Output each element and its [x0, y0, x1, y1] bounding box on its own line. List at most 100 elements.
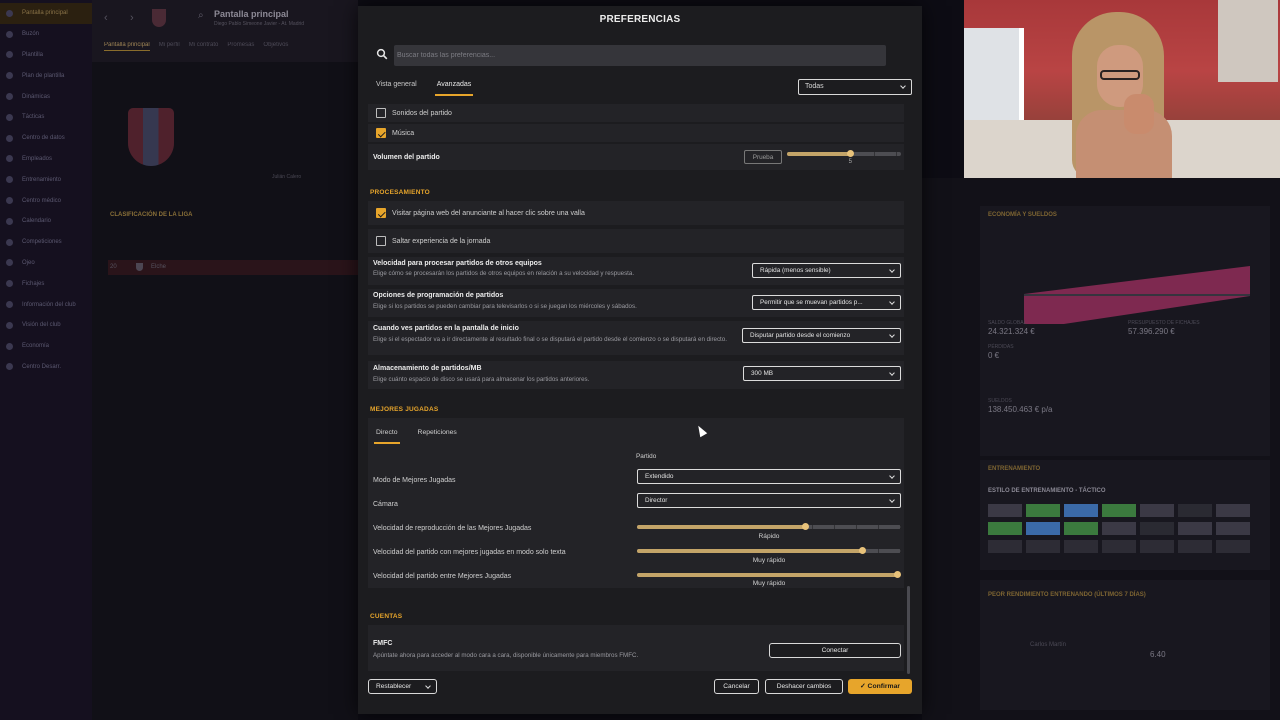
replay-speed-slider[interactable]: [637, 523, 901, 530]
sidebar-item[interactable]: Economía: [0, 336, 92, 357]
sidebar-item[interactable]: Centro médico: [0, 190, 92, 211]
balance-value: 24.321.324 €: [988, 327, 1035, 336]
volume-preview-button[interactable]: Prueba: [744, 150, 782, 164]
search-icon[interactable]: ⌕: [198, 10, 204, 21]
training-slot[interactable]: [1102, 540, 1136, 553]
music-checkbox[interactable]: [376, 128, 386, 138]
sidebar-item[interactable]: Empleados: [0, 149, 92, 170]
skip-experience-checkbox[interactable]: [376, 236, 386, 246]
scheduling-value: Permitir que se muevan partidos p...: [760, 299, 863, 306]
skip-experience-row[interactable]: Saltar experiencia de la jornada: [368, 229, 904, 253]
background-tab[interactable]: Mi perfil: [159, 42, 180, 51]
training-slot[interactable]: [1026, 522, 1060, 535]
sidebar-item[interactable]: Tácticas: [0, 107, 92, 128]
processing-section-title: PROCESAMIENTO: [370, 189, 430, 196]
training-slot[interactable]: [1102, 504, 1136, 517]
training-slot[interactable]: [1216, 504, 1250, 517]
sidebar-item[interactable]: Dinámicas: [0, 86, 92, 107]
sidebar-item[interactable]: Ojeo: [0, 253, 92, 274]
confirm-button[interactable]: ✓ Confirmar: [848, 679, 912, 694]
training-slot[interactable]: [1216, 540, 1250, 553]
sidebar-item[interactable]: Centro de datos: [0, 128, 92, 149]
sidebar-item-label: Calendario: [22, 218, 52, 225]
background-sidebar: Pantalla principal Buzón Plantilla Plan de …: [0, 0, 92, 720]
sidebar-item[interactable]: Centro Desarr.: [0, 357, 92, 378]
chevron-down-icon: [889, 496, 895, 503]
training-slot[interactable]: [1178, 522, 1212, 535]
sidebar-item[interactable]: Visión del club: [0, 315, 92, 336]
match-volume-slider-knob[interactable]: [846, 150, 854, 157]
highlights-mode-dropdown[interactable]: Extendido: [637, 469, 901, 484]
sidebar-item-label: Plantilla: [22, 51, 44, 58]
tab-advanced[interactable]: Avanzadas: [434, 78, 474, 96]
training-slot[interactable]: [1216, 522, 1250, 535]
sidebar-item[interactable]: Información del club: [0, 294, 92, 315]
sidebar-item[interactable]: Pantalla principal: [0, 3, 92, 24]
visit-advertiser-row[interactable]: Visitar página web del anunciante al hac…: [368, 201, 904, 225]
sidebar-item[interactable]: Buzón: [0, 24, 92, 45]
camera-dropdown[interactable]: Director: [637, 493, 901, 508]
filter-select-value: Todas: [805, 83, 824, 90]
losses-label: PÉRDIDAS: [988, 344, 1014, 350]
preferences-scroll-area[interactable]: Sonidos del partido Música Volumen del p…: [368, 103, 908, 675]
training-slot[interactable]: [1026, 504, 1060, 517]
performance-heading: PEOR RENDIMIENTO ENTRENANDO (ÚLTIMOS 7 D…: [988, 592, 1146, 598]
reset-button[interactable]: Restablecer: [368, 679, 437, 694]
sidebar-item-label: Centro de datos: [22, 135, 65, 142]
sidebar-item[interactable]: Fichajes: [0, 273, 92, 294]
sidebar-item[interactable]: Plan de plantilla: [0, 65, 92, 86]
background-topbar: ‹ › ⌕ Pantalla principal Diego Pablo Sim…: [92, 0, 358, 62]
processing-speed-dropdown[interactable]: Rápida (menos sensible): [752, 263, 901, 278]
storage-dropdown[interactable]: 300 MB: [743, 366, 901, 381]
tab-live[interactable]: Directo: [374, 426, 400, 444]
background-tab[interactable]: Mi contrato: [189, 42, 219, 51]
sidebar-item[interactable]: Calendario: [0, 211, 92, 232]
processing-speed-desc: Elige cómo se procesarán los partidos de…: [373, 270, 635, 277]
tab-replays[interactable]: Repeticiones: [416, 426, 459, 444]
undo-changes-button[interactable]: Deshacer cambios: [765, 679, 843, 694]
sidebar-item-label: Tácticas: [22, 114, 45, 121]
training-slot[interactable]: [1178, 540, 1212, 553]
between-highlights-speed-slider[interactable]: [637, 571, 901, 578]
processing-speed-value: Rápida (menos sensible): [760, 267, 831, 274]
sidebar-item[interactable]: Entrenamiento: [0, 169, 92, 190]
sidebar-item[interactable]: Competiciones: [0, 232, 92, 253]
training-slot[interactable]: [1140, 540, 1174, 553]
sidebar-item-label: Competiciones: [22, 239, 62, 246]
cancel-button[interactable]: Cancelar: [714, 679, 759, 694]
sidebar-item-icon: [6, 134, 13, 142]
training-slot[interactable]: [1102, 522, 1136, 535]
training-slot[interactable]: [1064, 540, 1098, 553]
scheduling-dropdown[interactable]: Permitir que se muevan partidos p...: [752, 295, 901, 310]
match-sounds-checkbox[interactable]: [376, 108, 386, 118]
match-sounds-row[interactable]: Sonidos del partido: [368, 104, 904, 122]
training-slot[interactable]: [1064, 522, 1098, 535]
background-tab[interactable]: Promesas: [227, 42, 254, 51]
preferences-search-input[interactable]: [394, 45, 886, 66]
connect-button[interactable]: Conectar: [769, 643, 901, 658]
tab-overview[interactable]: Vista general: [376, 78, 417, 96]
scrollbar[interactable]: [907, 586, 910, 674]
background-tab[interactable]: Pantalla principal: [104, 42, 150, 51]
music-row[interactable]: Música: [368, 124, 904, 142]
training-slot[interactable]: [1140, 504, 1174, 517]
back-icon[interactable]: ‹: [104, 12, 108, 24]
match-volume-slider[interactable]: [787, 150, 901, 157]
sidebar-item[interactable]: Plantilla: [0, 45, 92, 66]
training-slot[interactable]: [1064, 504, 1098, 517]
filter-select[interactable]: Todas: [798, 79, 912, 95]
start-screen-dropdown[interactable]: Disputar partido desde el comienzo: [742, 328, 901, 343]
training-slot[interactable]: [1026, 540, 1060, 553]
training-slot[interactable]: [988, 540, 1022, 553]
training-slot[interactable]: [1178, 504, 1212, 517]
training-slot[interactable]: [988, 504, 1022, 517]
training-slot[interactable]: [988, 522, 1022, 535]
visit-advertiser-checkbox[interactable]: [376, 208, 386, 218]
between-highlights-speed-slider-knob[interactable]: [893, 571, 901, 578]
forward-icon[interactable]: ›: [130, 12, 134, 24]
background-tab[interactable]: Objetivos: [263, 42, 288, 51]
text-mode-speed-slider[interactable]: [637, 547, 901, 554]
chevron-down-icon: [425, 683, 431, 689]
training-slot[interactable]: [1140, 522, 1174, 535]
background-right-panel: ECONOMÍA Y SUELDOS SALDO GLOBAL 24.321.3…: [922, 178, 1280, 720]
